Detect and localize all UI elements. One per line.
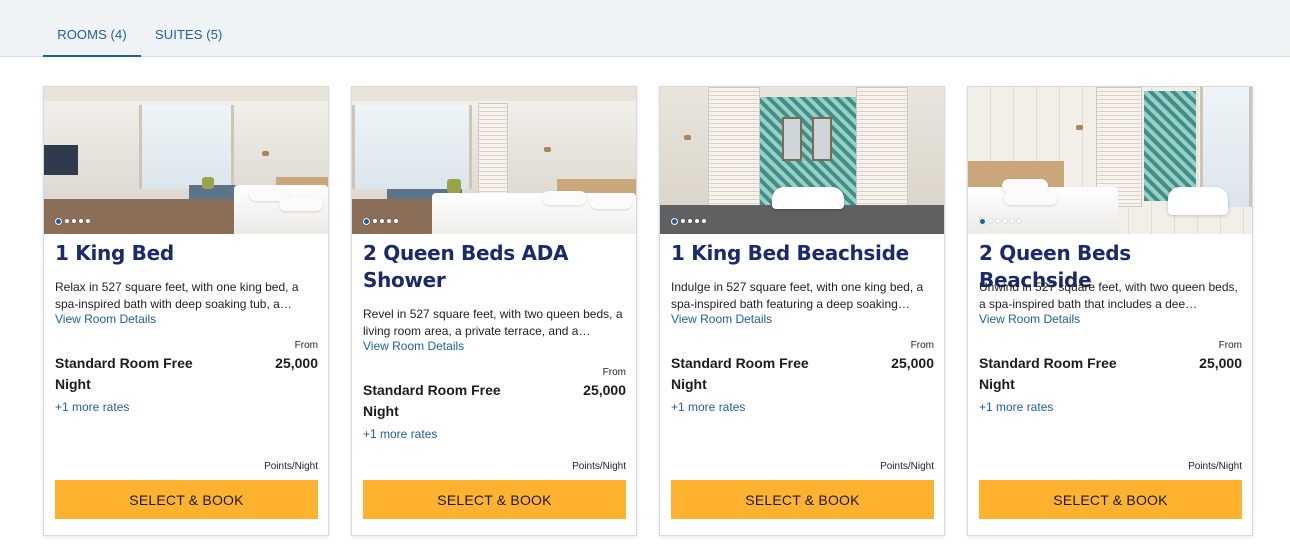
points-per-night-label: Points/Night xyxy=(880,461,934,472)
rate-points: 25,000 xyxy=(891,355,934,371)
tab-suites[interactable]: SUITES (5) xyxy=(155,0,222,57)
room-description: Relax in 527 square feet, with one king … xyxy=(55,280,299,311)
carousel-dot[interactable] xyxy=(671,217,678,225)
carousel-dot[interactable] xyxy=(55,217,62,225)
more-rates-link[interactable]: +1 more rates xyxy=(363,427,437,441)
carousel-dot[interactable] xyxy=(1003,219,1007,223)
from-label: From xyxy=(602,367,626,378)
carousel-dot[interactable] xyxy=(373,219,377,223)
from-label: From xyxy=(910,340,934,351)
carousel-dot[interactable] xyxy=(79,219,83,223)
more-rates-link[interactable]: +1 more rates xyxy=(55,400,129,414)
carousel-dot[interactable] xyxy=(1010,219,1014,223)
room-photo[interactable] xyxy=(44,87,328,234)
carousel-dot[interactable] xyxy=(387,219,391,223)
room-description: Indulge in 527 square feet, with one kin… xyxy=(671,280,924,311)
view-room-details-link[interactable]: View Room Details xyxy=(55,312,156,326)
carousel-dots[interactable] xyxy=(363,217,398,225)
carousel-dot[interactable] xyxy=(380,219,384,223)
room-card: 1 King Bed Relax in 527 square feet, wit… xyxy=(43,86,329,536)
room-title: 1 King Bed Beachside xyxy=(671,241,909,265)
points-per-night-label: Points/Night xyxy=(264,461,318,472)
view-room-details-link[interactable]: View Room Details xyxy=(979,312,1080,326)
rate-name: Standard Room Free Night xyxy=(671,355,809,392)
room-description: Revel in 527 square feet, with two queen… xyxy=(363,307,623,338)
carousel-dot[interactable] xyxy=(72,219,76,223)
more-rates-link[interactable]: +1 more rates xyxy=(671,400,745,414)
room-description: Unwind in 527 square feet, with two quee… xyxy=(979,280,1238,311)
rate-name: Standard Room Free Night xyxy=(363,382,501,419)
carousel-dot[interactable] xyxy=(681,219,685,223)
room-photo[interactable] xyxy=(352,87,636,234)
room-photo[interactable] xyxy=(968,87,1252,234)
points-per-night-label: Points/Night xyxy=(1188,461,1242,472)
carousel-dot[interactable] xyxy=(989,219,993,223)
rate-points: 25,000 xyxy=(583,382,626,398)
carousel-dot[interactable] xyxy=(702,219,706,223)
room-type-tabs: ROOMS (4) SUITES (5) xyxy=(0,0,1290,57)
rate-name: Standard Room Free Night xyxy=(55,355,193,392)
tab-rooms[interactable]: ROOMS (4) xyxy=(43,0,141,57)
select-and-book-button[interactable]: SELECT & BOOK xyxy=(671,480,934,519)
room-card: 1 King Bed Beachside Indulge in 527 squa… xyxy=(659,86,945,536)
carousel-dot[interactable] xyxy=(363,217,370,225)
room-title: 2 Queen Beds ADA Shower xyxy=(363,241,569,292)
carousel-dots[interactable] xyxy=(979,217,1021,225)
carousel-dot[interactable] xyxy=(979,217,986,225)
from-label: From xyxy=(294,340,318,351)
select-and-book-button[interactable]: SELECT & BOOK xyxy=(55,480,318,519)
room-card: 2 Queen Beds Beachside Unwind in 527 squ… xyxy=(967,86,1253,536)
select-and-book-button[interactable]: SELECT & BOOK xyxy=(363,480,626,519)
points-per-night-label: Points/Night xyxy=(572,461,626,472)
rate-points: 25,000 xyxy=(1199,355,1242,371)
carousel-dot[interactable] xyxy=(65,219,69,223)
carousel-dot[interactable] xyxy=(394,219,398,223)
carousel-dot[interactable] xyxy=(86,219,90,223)
view-room-details-link[interactable]: View Room Details xyxy=(363,339,464,353)
carousel-dot[interactable] xyxy=(996,219,1000,223)
carousel-dots[interactable] xyxy=(671,217,706,225)
room-card: 2 Queen Beds ADA Shower Revel in 527 squ… xyxy=(351,86,637,536)
more-rates-link[interactable]: +1 more rates xyxy=(979,400,1053,414)
from-label: From xyxy=(1218,340,1242,351)
carousel-dot[interactable] xyxy=(695,219,699,223)
rate-name: Standard Room Free Night xyxy=(979,355,1117,392)
room-photo[interactable] xyxy=(660,87,944,234)
carousel-dots[interactable] xyxy=(55,217,90,225)
carousel-dot[interactable] xyxy=(688,219,692,223)
select-and-book-button[interactable]: SELECT & BOOK xyxy=(979,480,1242,519)
carousel-dot[interactable] xyxy=(1017,219,1021,223)
room-title: 1 King Bed xyxy=(55,241,174,265)
rate-points: 25,000 xyxy=(275,355,318,371)
view-room-details-link[interactable]: View Room Details xyxy=(671,312,772,326)
